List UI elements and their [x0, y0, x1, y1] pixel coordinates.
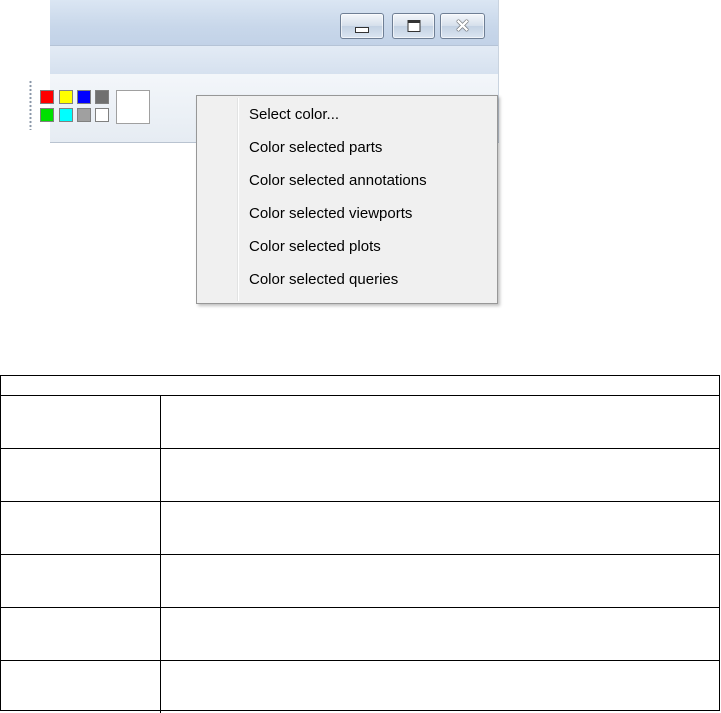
color-swatch-cyan[interactable]	[59, 108, 73, 122]
close-icon: ✕	[454, 16, 471, 36]
menu-item-color-selected-annotations[interactable]: Color selected annotations	[199, 166, 495, 196]
current-color-button[interactable]	[116, 90, 150, 124]
maximize-button[interactable]	[392, 13, 435, 39]
table-row	[1, 396, 719, 449]
table-cell-description	[161, 502, 719, 554]
table-cell-description	[161, 661, 719, 713]
table-cell-option	[1, 555, 161, 607]
table-row	[1, 502, 719, 555]
color-context-menu: Select color... Color selected parts Col…	[196, 95, 498, 304]
menu-bar	[50, 45, 498, 75]
table-row	[1, 661, 719, 713]
menu-item-color-selected-parts[interactable]: Color selected parts	[199, 133, 495, 163]
menu-item-color-selected-viewports[interactable]: Color selected viewports	[199, 199, 495, 229]
table-cell-description	[161, 396, 719, 448]
description-table	[0, 375, 720, 713]
menu-item-select-color[interactable]: Select color...	[199, 100, 495, 130]
table-cell-option	[1, 502, 161, 554]
minimize-button[interactable]	[340, 13, 384, 39]
table-cell-option	[1, 396, 161, 448]
title-bar: ✕	[50, 0, 498, 45]
table-cell-description	[161, 608, 719, 660]
table-cell-option	[1, 608, 161, 660]
table-cell-description	[161, 449, 719, 501]
menu-item-color-selected-plots[interactable]: Color selected plots	[199, 232, 495, 262]
menu-item-color-selected-queries[interactable]: Color selected queries	[199, 265, 495, 295]
table-cell-option	[1, 661, 161, 713]
maximize-icon	[407, 20, 420, 32]
minimize-icon	[355, 27, 369, 33]
color-swatch-light-gray[interactable]	[77, 108, 91, 122]
color-swatch-red[interactable]	[40, 90, 54, 104]
color-swatch-dark-gray[interactable]	[95, 90, 109, 104]
color-swatch-white[interactable]	[95, 108, 109, 122]
close-button[interactable]: ✕	[440, 13, 485, 39]
color-swatch-yellow[interactable]	[59, 90, 73, 104]
table-cell-option	[1, 449, 161, 501]
table-row	[1, 608, 719, 661]
table-cell-description	[161, 555, 719, 607]
color-swatch-green[interactable]	[40, 108, 54, 122]
table-row	[1, 449, 719, 502]
table-header	[1, 376, 719, 396]
color-swatch-blue[interactable]	[77, 90, 91, 104]
toolbar-grip-handle[interactable]	[29, 80, 32, 130]
table-row	[1, 555, 719, 608]
